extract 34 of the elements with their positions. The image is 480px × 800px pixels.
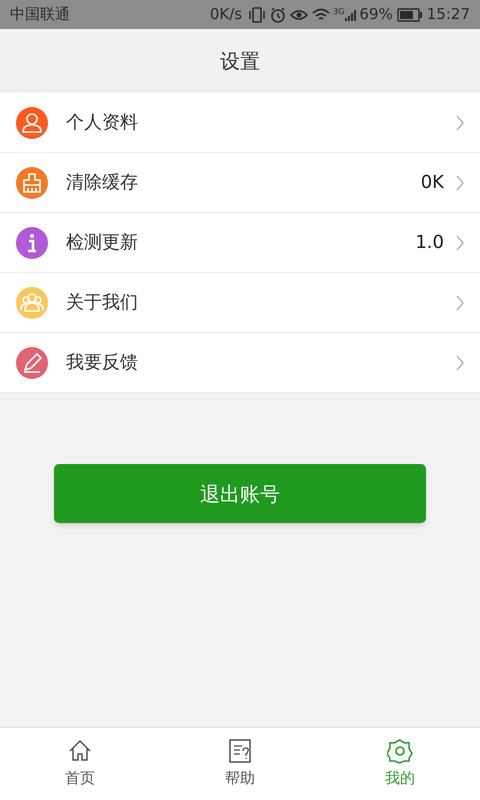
network-type: 3G [333,6,344,18]
nav-tab[interactable]: 帮助 [160,728,320,800]
settings-row[interactable]: 关于我们 [0,273,480,333]
gear-icon [386,738,414,766]
chevron-icon [456,174,464,190]
battery-icon [396,8,423,22]
row-label: 个人资料 [66,111,138,135]
alarm-icon [270,6,286,22]
chevron-icon [456,114,464,130]
network-speed: 0K/s [210,4,242,26]
vibrate-icon [248,6,266,22]
help-icon [226,738,254,766]
clock-time: 15:27 [426,4,470,26]
row-label: 关于我们 [66,291,138,315]
page-title: 设置 [220,48,260,75]
chevron-icon [456,234,464,250]
settings-row[interactable]: 清除缓存 0K [0,153,480,213]
eye-icon [290,8,308,22]
carrier-name: 中国联通 [10,4,70,26]
settings-row[interactable]: 我要反馈 [0,333,480,393]
nav-tab[interactable]: 首页 [0,728,160,800]
row-label: 清除缓存 [66,171,138,195]
settings-row[interactable]: 个人资料 [0,93,480,153]
chevron-icon [456,294,464,310]
chevron-icon [456,354,464,370]
signal-icon [344,8,358,22]
row-label: 检测更新 [66,231,138,255]
logout-button[interactable]: 退出账号 [54,464,426,523]
wifi-icon [312,8,330,22]
settings-row[interactable]: 检测更新 1.0 [0,213,480,273]
battery-percent: 69% [359,4,393,26]
row-value: 0K [420,171,444,195]
row-value: 1.0 [415,231,444,255]
row-label: 我要反馈 [66,351,138,375]
